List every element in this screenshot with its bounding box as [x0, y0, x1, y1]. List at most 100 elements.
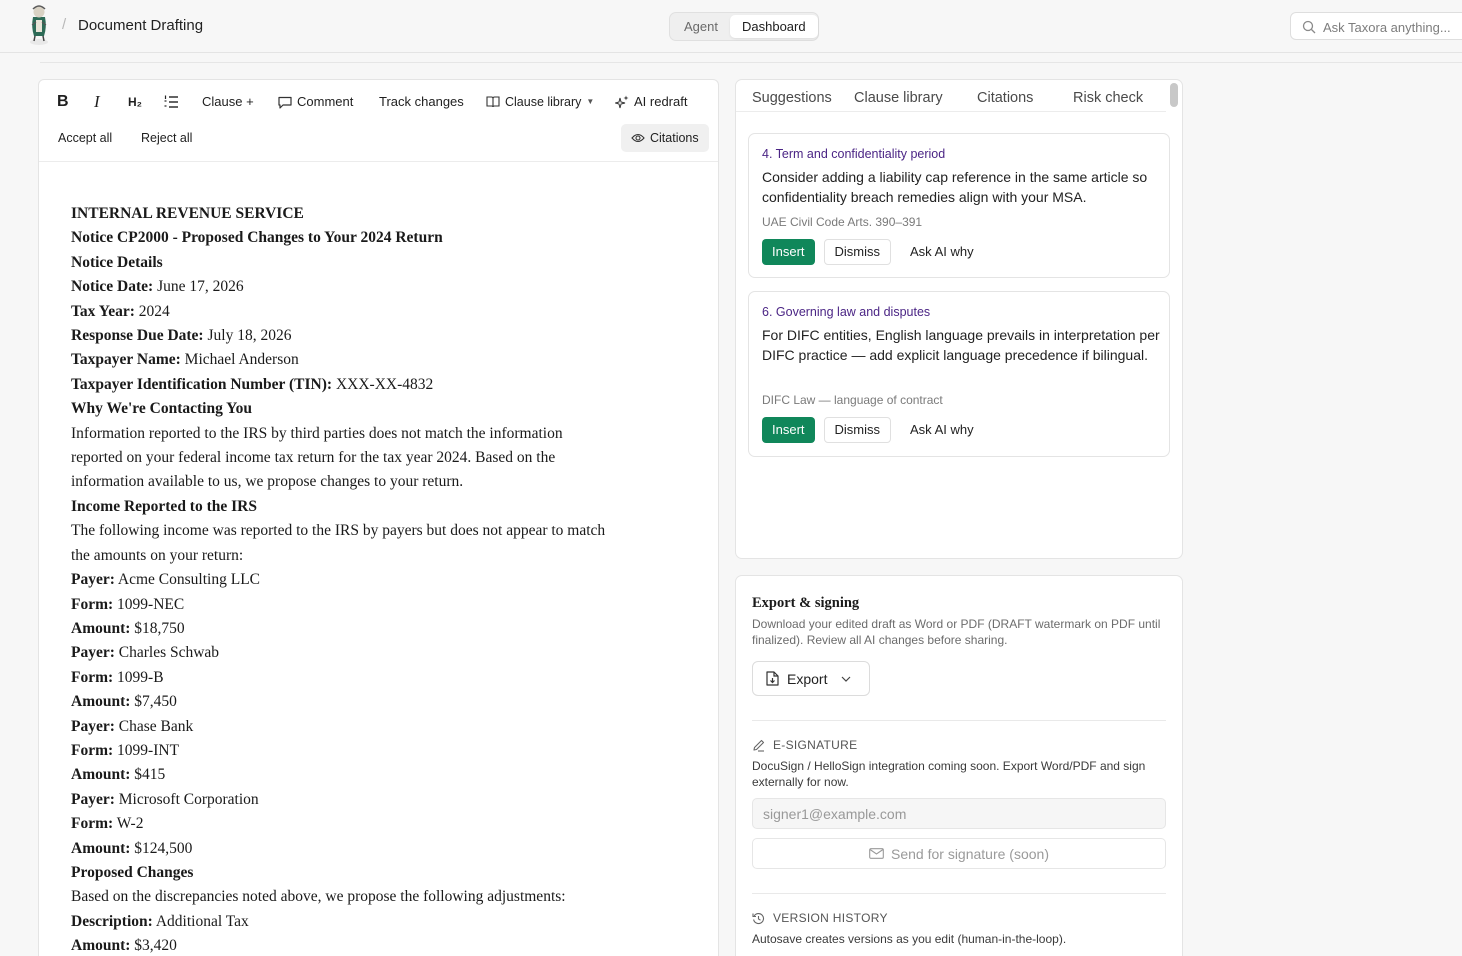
field-label: Payer:	[71, 717, 115, 735]
panel-scrollbar[interactable]	[1170, 83, 1178, 107]
field-value: $18,750	[134, 619, 185, 637]
field-label: Notice Date:	[71, 278, 154, 296]
field-label: Amount:	[71, 937, 131, 955]
export-label: Export	[787, 670, 828, 687]
document-paragraph-line: reported on your federal income tax retu…	[71, 449, 556, 467]
numbered-list-icon	[164, 95, 178, 108]
field-label: Payer:	[71, 644, 115, 662]
document-field: Response Due Date: July 18, 2026	[71, 324, 691, 348]
field-value: $124,500	[134, 839, 193, 857]
field-value: W-2	[116, 815, 144, 833]
export-title: Export & signing	[752, 595, 860, 611]
comment-button[interactable]: Comment	[278, 88, 353, 116]
document-field: Payer: Charles Schwab	[71, 641, 691, 665]
suggestion-source: UAE Civil Code Arts. 390–391	[762, 215, 923, 229]
tab-risk-check[interactable]: Risk check	[1073, 90, 1143, 106]
field-label: Form:	[71, 595, 114, 613]
suggestion-text: For DIFC entities, English language prev…	[762, 327, 1160, 363]
tab-agent[interactable]: Agent	[672, 15, 730, 38]
field-label: Payer:	[71, 790, 115, 808]
tab-suggestions[interactable]: Suggestions	[752, 90, 832, 106]
add-clause-button[interactable]: Clause +	[202, 88, 254, 116]
esignature-description: DocuSign / HelloSign integration coming …	[752, 759, 1146, 789]
suggestion-card: 4. Term and confidentiality period Consi…	[748, 133, 1170, 278]
header-divider	[40, 62, 1462, 63]
document-field: Amount: $415	[71, 763, 691, 787]
document-editor: B I H₂ Clause + Comment Track changes Cl…	[38, 79, 719, 956]
field-label: Amount:	[71, 619, 131, 637]
bold-button[interactable]: B	[57, 88, 69, 116]
search-icon	[1302, 20, 1316, 34]
document-field: Description: Additional Tax	[71, 910, 691, 934]
export-signing-panel: Export & signing Download your edited dr…	[735, 575, 1183, 956]
field-label: Payer:	[71, 571, 115, 589]
document-field: Notice Date: June 17, 2026	[71, 275, 691, 299]
send-for-signature-button[interactable]: Send for signature (soon)	[752, 838, 1166, 869]
version-history-description: Autosave creates versions as you edit (h…	[752, 932, 1067, 946]
reject-all-button[interactable]: Reject all	[141, 124, 192, 152]
signer-email-input[interactable]	[753, 799, 1165, 828]
document-field: Form: 1099-INT	[71, 739, 691, 763]
list-button[interactable]	[164, 88, 179, 116]
field-value: Additional Tax	[155, 912, 249, 930]
citations-label: Citations	[650, 131, 699, 145]
section-divider	[752, 720, 1166, 721]
document-paragraph-line: Based on the discrepancies noted above, …	[71, 888, 566, 906]
italic-button[interactable]: I	[94, 88, 100, 116]
search-box[interactable]	[1290, 12, 1462, 40]
heading-button[interactable]: H₂	[128, 88, 142, 116]
tab-dashboard[interactable]: Dashboard	[729, 15, 818, 38]
document-body[interactable]: INTERNAL REVENUE SERVICE Notice CP2000 - …	[71, 202, 691, 956]
document-paragraph-line: the amounts on your return:	[71, 546, 244, 564]
field-label: Amount:	[71, 839, 131, 857]
field-label: Form:	[71, 815, 114, 833]
insert-button[interactable]: Insert	[762, 417, 815, 443]
taxora-logo-icon[interactable]	[24, 3, 54, 47]
sparkle-icon	[615, 95, 629, 109]
panel-tabs: Suggestions Clause library Citations Ris…	[736, 80, 1166, 112]
version-history-heading: VERSION HISTORY	[752, 911, 888, 925]
document-heading: Notice Details	[71, 253, 163, 271]
ai-redraft-button[interactable]: AI redraft	[615, 88, 687, 116]
view-switcher: Agent Dashboard	[669, 12, 819, 41]
field-value: Acme Consulting LLC	[117, 571, 260, 589]
insert-button[interactable]: Insert	[762, 239, 815, 265]
comment-icon	[278, 96, 292, 109]
document-paragraph-line: information available to us, we propose …	[71, 473, 464, 491]
history-icon	[752, 912, 765, 924]
field-value: $7,450	[134, 693, 177, 711]
document-heading: INTERNAL REVENUE SERVICE	[71, 205, 304, 222]
dismiss-button[interactable]: Dismiss	[823, 417, 892, 443]
comment-label: Comment	[297, 94, 354, 109]
ask-ai-why-button[interactable]: Ask AI why	[900, 239, 984, 265]
dismiss-button[interactable]: Dismiss	[823, 239, 892, 265]
document-field: Taxpayer Name: Michael Anderson	[71, 348, 691, 372]
suggestion-clause-title[interactable]: 6. Governing law and disputes	[762, 305, 930, 319]
caret-down-icon: ▼	[586, 97, 595, 106]
search-input[interactable]	[1323, 17, 1462, 37]
suggestion-card: 6. Governing law and disputes For DIFC e…	[748, 291, 1170, 457]
document-field: Tax Year: 2024	[71, 300, 691, 324]
breadcrumb-separator: /	[62, 16, 67, 33]
export-button[interactable]: Export	[752, 661, 870, 696]
ai-redraft-label: AI redraft	[634, 94, 688, 109]
file-download-icon	[766, 671, 779, 686]
field-value: 1099-NEC	[117, 595, 185, 613]
suggestion-text: Consider adding a liability cap referenc…	[762, 169, 1148, 205]
esignature-heading: E-SIGNATURE	[752, 738, 857, 752]
document-field: Amount: $7,450	[71, 690, 691, 714]
top-bar: / Document Drafting Agent Dashboard	[0, 0, 1462, 53]
signer-email-field[interactable]	[752, 798, 1166, 829]
track-changes-button[interactable]: Track changes	[379, 88, 464, 116]
field-value: Chase Bank	[118, 717, 194, 735]
clause-library-dropdown[interactable]: Clause library ▼	[486, 88, 594, 116]
citations-toggle[interactable]: Citations	[621, 124, 709, 152]
tab-citations[interactable]: Citations	[977, 90, 1033, 106]
eye-icon	[631, 133, 645, 143]
ask-ai-why-button[interactable]: Ask AI why	[900, 417, 984, 443]
field-value: 2024	[138, 302, 170, 320]
suggestion-clause-title[interactable]: 4. Term and confidentiality period	[762, 147, 945, 161]
tab-clause-library[interactable]: Clause library	[854, 90, 943, 106]
accept-all-button[interactable]: Accept all	[58, 124, 112, 152]
page-title: Document Drafting	[78, 17, 204, 34]
